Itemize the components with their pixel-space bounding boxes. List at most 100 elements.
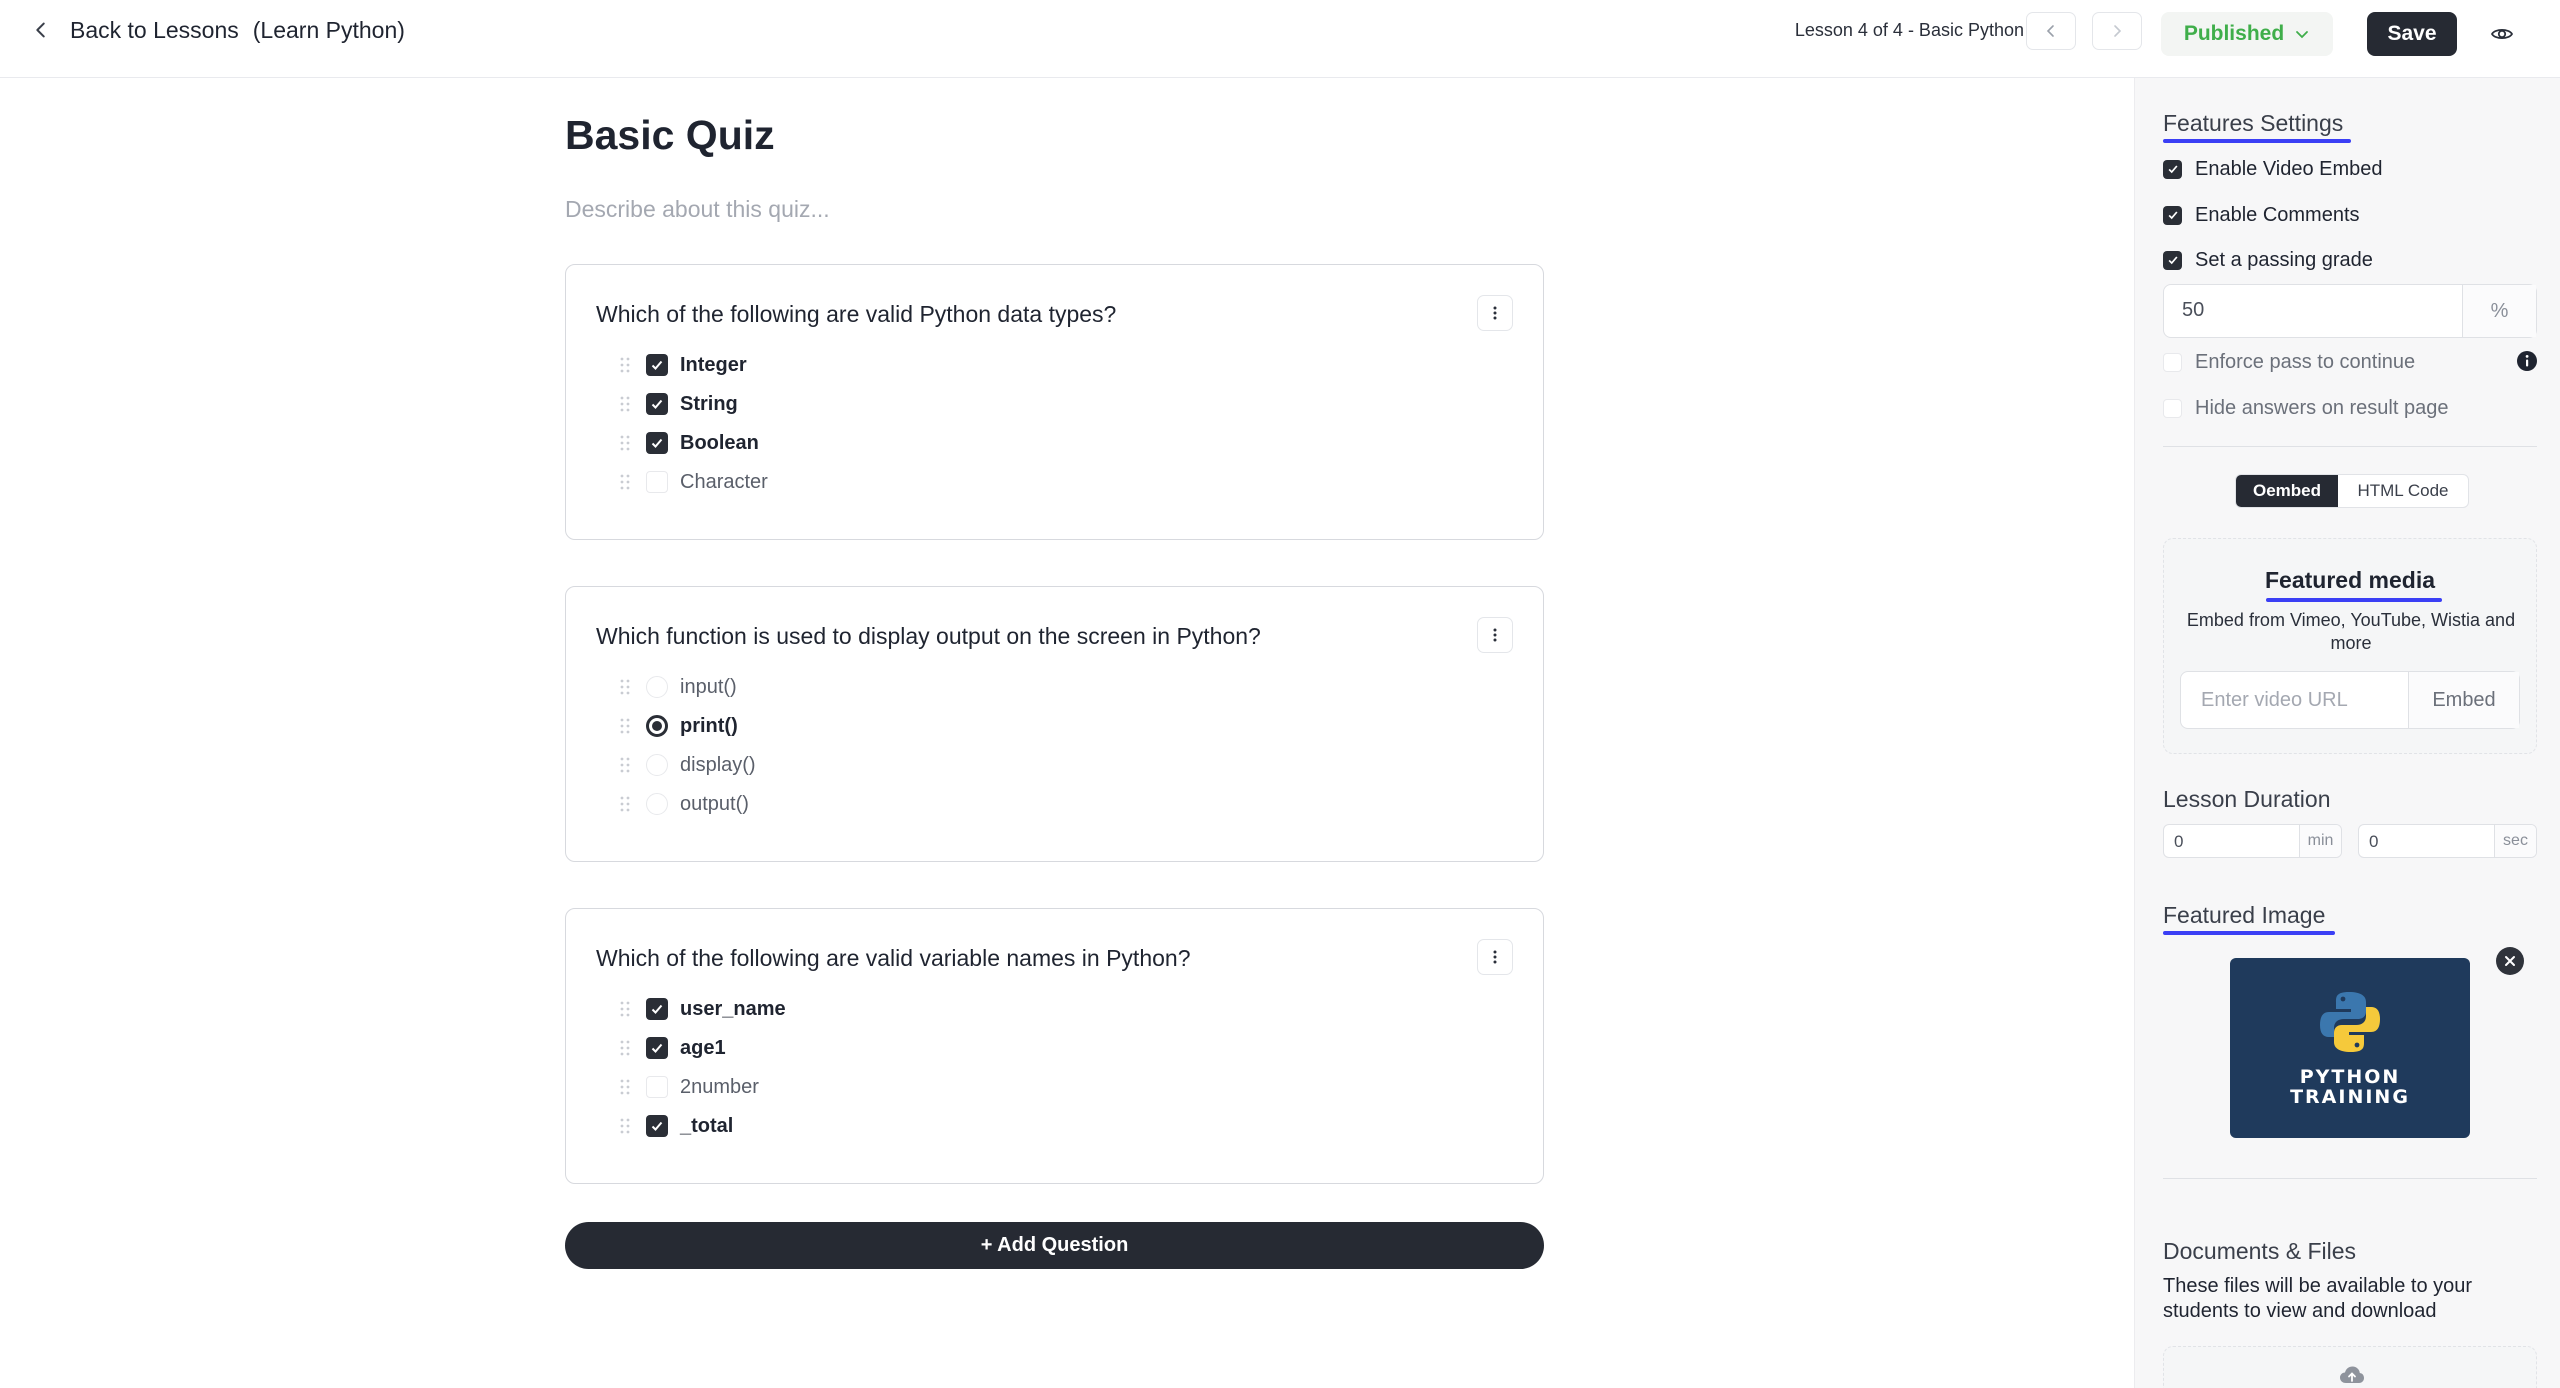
enable-comments-row[interactable]: Enable Comments [2163, 202, 2360, 228]
option-label[interactable]: 2number [680, 1076, 759, 1099]
video-url-input[interactable]: Enter video URL [2181, 672, 2409, 728]
check-icon [651, 1004, 663, 1014]
enable-video-embed-row[interactable]: Enable Video Embed [2163, 156, 2383, 182]
option-label[interactable]: _total [680, 1115, 733, 1138]
option-label[interactable]: age1 [680, 1037, 726, 1060]
next-lesson-button[interactable] [2092, 12, 2142, 50]
file-upload-dropzone[interactable] [2163, 1346, 2537, 1388]
embed-button[interactable]: Embed [2409, 672, 2519, 728]
option-checkbox[interactable] [646, 471, 668, 493]
option-checkbox[interactable] [646, 1037, 668, 1059]
enable-video-embed-label: Enable Video Embed [2195, 157, 2383, 180]
question-menu-button[interactable] [1477, 295, 1513, 331]
cloud-upload-icon [2340, 1366, 2364, 1383]
passing-grade-checkbox[interactable] [2163, 250, 2182, 270]
question-card: Which function is used to display output… [565, 586, 1544, 862]
question-text[interactable]: Which function is used to display output… [596, 623, 1261, 650]
option-label[interactable]: output() [680, 793, 749, 816]
option-checkbox[interactable] [646, 393, 668, 415]
lesson-count: Lesson 4 of 4 - Basic Python [1794, 20, 2024, 40]
option-checkbox[interactable] [646, 432, 668, 454]
answer-option: output() [618, 790, 749, 818]
duration-minutes-input[interactable]: 0 [2164, 825, 2299, 857]
check-icon [651, 438, 663, 448]
option-checkbox[interactable] [646, 1076, 668, 1098]
enable-video-embed-checkbox[interactable] [2163, 159, 2182, 179]
drag-handle-icon[interactable] [618, 1117, 632, 1135]
tab-html-code[interactable]: HTML Code [2338, 475, 2468, 507]
option-label[interactable]: Character [680, 471, 768, 494]
option-label[interactable]: Integer [680, 354, 747, 377]
option-label[interactable]: print() [680, 715, 738, 738]
option-checkbox[interactable] [646, 1115, 668, 1137]
enforce-pass-row[interactable]: Enforce pass to continue [2163, 349, 2415, 375]
duration-minutes-unit: min [2299, 825, 2341, 857]
passing-grade-label: Set a passing grade [2195, 248, 2373, 271]
question-menu-button[interactable] [1477, 939, 1513, 975]
option-radio[interactable] [646, 715, 668, 737]
drag-handle-icon[interactable] [618, 434, 632, 452]
more-vertical-icon [1493, 628, 1497, 642]
enable-comments-label: Enable Comments [2195, 203, 2360, 226]
drag-handle-icon[interactable] [618, 795, 632, 813]
option-radio[interactable] [646, 676, 668, 698]
tab-oembed[interactable]: Oembed [2236, 475, 2338, 507]
passing-grade-row[interactable]: Set a passing grade [2163, 247, 2373, 273]
info-icon[interactable] [2516, 350, 2538, 372]
quiz-title[interactable]: Basic Quiz [565, 112, 775, 159]
option-label[interactable]: String [680, 393, 738, 416]
featured-media-description: Embed from Vimeo, YouTube, Wistia and mo… [2186, 610, 2516, 653]
publish-status-dropdown[interactable]: Published [2161, 12, 2333, 56]
python-logo-icon [2320, 992, 2380, 1052]
question-text[interactable]: Which of the following are valid Python … [596, 301, 1116, 328]
chevron-left-icon [2046, 25, 2054, 37]
answer-option: input() [618, 673, 737, 701]
title-underline [2266, 598, 2442, 602]
option-label[interactable]: Boolean [680, 432, 759, 455]
answer-option: print() [618, 712, 738, 740]
remove-image-button[interactable] [2496, 947, 2524, 975]
question-card: Which of the following are valid variabl… [565, 908, 1544, 1184]
passing-grade-input[interactable]: 50 [2164, 285, 2462, 337]
duration-seconds-input[interactable]: 0 [2359, 825, 2494, 857]
question-menu-button[interactable] [1477, 617, 1513, 653]
quiz-description-input[interactable]: Describe about this quiz... [565, 196, 830, 223]
enable-comments-checkbox[interactable] [2163, 205, 2182, 225]
option-label[interactable]: user_name [680, 998, 786, 1021]
answer-option: _total [618, 1112, 733, 1140]
option-checkbox[interactable] [646, 998, 668, 1020]
featured-media-panel: Featured media Embed from Vimeo, YouTube… [2163, 538, 2537, 754]
featured-image-thumbnail[interactable]: PYTHON TRAINING [2230, 958, 2470, 1138]
drag-handle-icon[interactable] [618, 1078, 632, 1096]
featured-image-text: TRAINING [2290, 1086, 2410, 1108]
hide-answers-row[interactable]: Hide answers on result page [2163, 395, 2448, 421]
drag-handle-icon[interactable] [618, 717, 632, 735]
option-label[interactable]: display() [680, 754, 756, 777]
eye-icon[interactable] [2490, 22, 2514, 46]
more-vertical-icon [1493, 306, 1497, 320]
drag-handle-icon[interactable] [618, 756, 632, 774]
drag-handle-icon[interactable] [618, 1039, 632, 1057]
enforce-pass-checkbox[interactable] [2163, 352, 2182, 372]
drag-handle-icon[interactable] [618, 1000, 632, 1018]
previous-lesson-button[interactable] [2026, 12, 2076, 50]
option-radio[interactable] [646, 793, 668, 815]
documents-files-description: These files will be available to your st… [2163, 1275, 2473, 1322]
option-checkbox[interactable] [646, 354, 668, 376]
drag-handle-icon[interactable] [618, 395, 632, 413]
option-label[interactable]: input() [680, 676, 737, 699]
answer-option: String [618, 390, 738, 418]
settings-sidebar: Features Settings Enable Video Embed Ena… [2134, 78, 2560, 1388]
lesson-navigation: Lesson 4 of 4 - Basic Python Published S… [0, 12, 2560, 56]
answer-option: user_name [618, 995, 786, 1023]
drag-handle-icon[interactable] [618, 678, 632, 696]
question-text[interactable]: Which of the following are valid variabl… [596, 945, 1191, 972]
save-button[interactable]: Save [2367, 12, 2457, 56]
drag-handle-icon[interactable] [618, 473, 632, 491]
drag-handle-icon[interactable] [618, 356, 632, 374]
quiz-editor: Basic Quiz Describe about this quiz... W… [0, 78, 2134, 1388]
option-radio[interactable] [646, 754, 668, 776]
add-question-button[interactable]: + Add Question [565, 1222, 1544, 1269]
more-vertical-icon [1493, 950, 1497, 964]
hide-answers-checkbox[interactable] [2163, 398, 2182, 418]
